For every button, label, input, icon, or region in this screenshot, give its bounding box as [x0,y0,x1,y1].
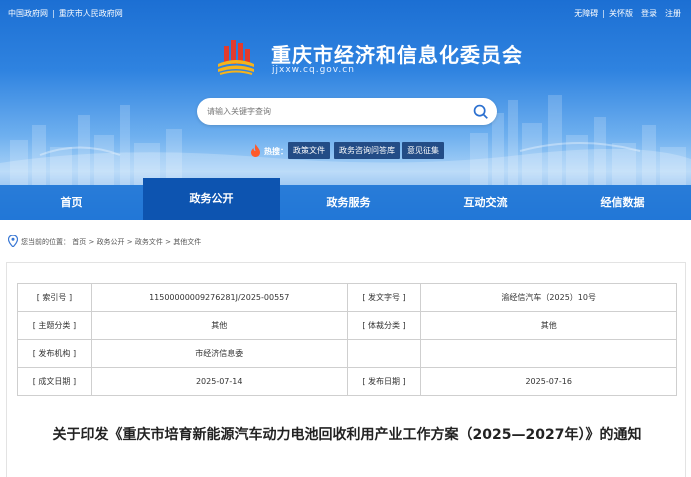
meta-value-doc-number: 渝经信汽车（2025）10号 [420,283,677,312]
meta-key-topic: [ 主题分类 ] [17,311,92,340]
nav-item-gov-service[interactable]: 政务服务 [280,185,417,220]
document-title: 关于印发《重庆市培育新能源汽车动力电池回收利用产业工作方案（2025—2027年… [52,427,642,443]
table-row: [ 发布机构 ] 市经济信息委 [17,339,677,368]
table-row: [ 索引号 ] 11500000009276281J/2025-00557 [ … [17,283,677,312]
meta-value-written-date: 2025-07-14 [90,367,348,396]
site-domain: jjxxw.cq.gov.cn [272,65,355,75]
nav-item-interaction[interactable]: 互动交流 [417,185,554,220]
main-nav: 首页 政务公开 政务服务 互动交流 经信数据 [0,178,691,220]
login-link[interactable]: 登录 [641,9,657,18]
breadcrumb-gov-docs[interactable]: 政务文件 [135,238,163,246]
table-row: [ 成文日期 ] 2025-07-14 [ 发布日期 ] 2025-07-16 [17,367,677,396]
meta-value-topic: 其他 [90,311,348,340]
meta-value-publisher: 市经济信息委 [90,339,348,368]
site-header: 中国政府网 | 重庆市人民政府网 无障碍 | 关怀版 登录 注册 重庆市经济和信息化委员会 … [0,0,691,220]
meta-key-genre: [ 体裁分类 ] [346,311,422,340]
flame-icon [251,144,260,157]
link-cq-gov[interactable]: 重庆市人民政府网 [59,9,123,18]
site-title: 重庆市经济和信息化委员会 [271,43,523,67]
article-content: [ 索引号 ] 11500000009276281J/2025-00557 [ … [6,262,686,477]
breadcrumb-gov-open[interactable]: 政务公开 [97,238,125,246]
hot-tag-policy[interactable]: 政策文件 [288,142,330,159]
hot-search-label: 热搜： [264,147,288,156]
meta-key-index: [ 索引号 ] [17,283,92,312]
register-link[interactable]: 注册 [665,9,681,18]
nav-item-gov-open[interactable]: 政务公开 [143,178,280,220]
meta-key-empty [346,339,422,368]
nav-item-home[interactable]: 首页 [0,185,143,220]
meta-value-publish-date: 2025-07-16 [420,367,677,396]
hot-tag-opinion[interactable]: 意见征集 [402,142,444,159]
search-box [197,98,497,125]
nav-item-data[interactable]: 经信数据 [554,185,691,220]
top-bar: 中国政府网 | 重庆市人民政府网 无障碍 | 关怀版 登录 注册 [8,9,681,18]
document-meta-table: [ 索引号 ] 11500000009276281J/2025-00557 [ … [17,283,677,396]
search-input[interactable] [207,104,457,119]
meta-key-publish-date: [ 发布日期 ] [346,367,422,396]
location-pin-icon [8,235,18,247]
meta-key-doc-number: [ 发文字号 ] [346,283,422,312]
hot-tag-qa[interactable]: 政务咨询问答库 [334,142,400,159]
meta-key-publisher: [ 发布机构 ] [17,339,92,368]
meta-value-empty [420,339,677,368]
breadcrumb-prefix: 您当前的位置： [21,238,70,246]
breadcrumb-other-docs[interactable]: 其他文件 [173,238,201,246]
emblem-icon [218,40,254,75]
meta-key-written-date: [ 成文日期 ] [17,367,92,396]
table-row: [ 主题分类 ] 其他 [ 体裁分类 ] 其他 [17,311,677,340]
link-gov-cn[interactable]: 中国政府网 [8,9,48,18]
accessibility-link[interactable]: 无障碍 [574,9,598,18]
search-icon[interactable] [472,103,489,120]
breadcrumb-home[interactable]: 首页 [72,238,86,246]
care-mode-link[interactable]: 关怀版 [609,9,633,18]
meta-value-index: 11500000009276281J/2025-00557 [90,283,348,312]
meta-value-genre: 其他 [420,311,677,340]
